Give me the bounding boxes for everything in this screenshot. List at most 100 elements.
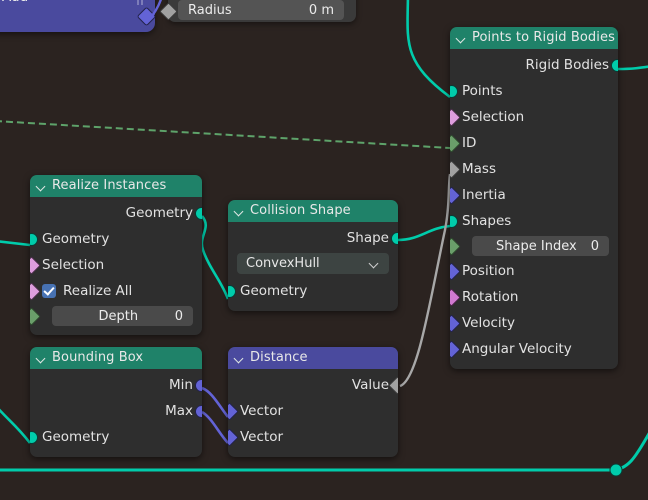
- socket-vector-angular-velocity[interactable]: [450, 340, 461, 359]
- socket-geometry-in[interactable]: [228, 285, 236, 298]
- node-header[interactable]: Points to Rigid Bodies: [450, 27, 618, 49]
- output-value[interactable]: Value: [228, 372, 398, 398]
- chevron-down-icon[interactable]: [456, 33, 467, 44]
- node-body: Rigid Bodies Points Selection ID Mass In…: [450, 49, 618, 369]
- socket-geometry-rigid-bodies[interactable]: [610, 59, 618, 72]
- input-label: Selection: [462, 109, 525, 125]
- node-header[interactable]: Collision Shape: [228, 200, 398, 222]
- socket-rotation-rotation[interactable]: [450, 288, 461, 307]
- node-add[interactable]: Add: [0, 0, 155, 32]
- input-shapes[interactable]: Shapes: [450, 208, 618, 234]
- input-label: Angular Velocity: [462, 341, 572, 357]
- socket-vector-max[interactable]: [194, 405, 202, 418]
- chevron-down-icon[interactable]: [234, 353, 245, 364]
- socket-geometry-in[interactable]: [30, 233, 38, 246]
- radius-widget[interactable]: Radius 0 m: [178, 0, 344, 20]
- socket-vector-velocity[interactable]: [450, 314, 461, 333]
- input-points[interactable]: Points: [450, 78, 618, 104]
- input-vector-1[interactable]: Vector: [228, 398, 398, 424]
- input-geometry[interactable]: Geometry: [30, 226, 202, 252]
- chevron-down-icon[interactable]: [370, 259, 380, 269]
- node-body: Value Vector Vector: [228, 369, 398, 457]
- socket-vector-inertia[interactable]: [450, 186, 461, 205]
- realize-all-label: Realize All: [63, 283, 133, 299]
- node-title: Realize Instances: [52, 178, 167, 193]
- input-label: Geometry: [42, 429, 110, 445]
- input-depth[interactable]: Depth 0: [30, 304, 202, 328]
- input-realize-all[interactable]: Realize All: [30, 278, 202, 304]
- node-title: Points to Rigid Bodies: [472, 30, 615, 45]
- node-bounding-box[interactable]: Bounding Box Min Max Geometry: [30, 347, 202, 457]
- socket-geometry-points[interactable]: [450, 85, 458, 98]
- input-vector-2[interactable]: Vector: [228, 424, 398, 450]
- chevron-down-icon[interactable]: [36, 181, 47, 192]
- socket-geometry-in[interactable]: [30, 431, 38, 444]
- input-geometry[interactable]: Geometry: [228, 278, 398, 304]
- output-label: Max: [165, 403, 193, 419]
- output-min[interactable]: Min: [30, 372, 202, 398]
- socket-vector-b[interactable]: [228, 428, 239, 447]
- node-collision-shape[interactable]: Collision Shape Shape ConvexHull Geometr…: [228, 200, 398, 311]
- socket-geometry-shape[interactable]: [390, 232, 398, 245]
- socket-vector-position[interactable]: [450, 262, 461, 281]
- output-geometry[interactable]: Geometry: [30, 200, 202, 226]
- socket-integer-id[interactable]: [450, 134, 461, 153]
- node-title: Bounding Box: [52, 350, 144, 365]
- radius-widget-value: 0 m: [308, 2, 334, 18]
- node-header[interactable]: Realize Instances: [30, 175, 202, 197]
- node-editor-canvas[interactable]: Add Radius 0 m Points to Rigid Bodies Ri…: [0, 0, 648, 500]
- output-rigid-bodies[interactable]: Rigid Bodies: [450, 52, 618, 78]
- input-angular-velocity[interactable]: Angular Velocity: [450, 336, 618, 362]
- input-inertia[interactable]: Inertia: [450, 182, 618, 208]
- socket-geometry-out[interactable]: [194, 207, 202, 220]
- socket-boolean-realize-all[interactable]: [30, 282, 41, 301]
- input-label: Geometry: [42, 231, 110, 247]
- input-geometry[interactable]: Geometry: [30, 424, 202, 450]
- socket-boolean-selection[interactable]: [450, 108, 461, 127]
- node-points-to-rigid-bodies[interactable]: Points to Rigid Bodies Rigid Bodies Poin…: [450, 27, 618, 369]
- depth-label: Depth: [98, 308, 139, 324]
- socket-integer-depth[interactable]: [30, 307, 41, 326]
- node-title: Distance: [250, 350, 308, 365]
- socket-float-mass[interactable]: [450, 160, 461, 179]
- node-body: Min Max Geometry: [30, 369, 202, 457]
- input-mass[interactable]: Mass: [450, 156, 618, 182]
- input-label: Mass: [462, 161, 496, 177]
- input-selection[interactable]: Selection: [450, 104, 618, 130]
- socket-geometry-shapes[interactable]: [450, 215, 458, 228]
- depth-widget[interactable]: Depth 0: [52, 306, 193, 326]
- node-radius-fragment[interactable]: Radius 0 m: [159, 0, 356, 22]
- socket-vector-min[interactable]: [194, 379, 202, 392]
- chevron-down-icon[interactable]: [36, 353, 47, 364]
- node-body: Shape ConvexHull Geometry: [228, 222, 398, 311]
- node-header[interactable]: Bounding Box: [30, 347, 202, 369]
- socket-boolean-selection[interactable]: [30, 256, 41, 275]
- realize-all-checkbox[interactable]: [42, 284, 56, 298]
- input-label: Vector: [240, 429, 284, 445]
- output-max[interactable]: Max: [30, 398, 202, 424]
- node-realize-instances[interactable]: Realize Instances Geometry Geometry Sele…: [30, 175, 202, 335]
- input-shape-index[interactable]: Shape Index 0: [450, 234, 618, 258]
- pause-bars-icon: [137, 0, 146, 5]
- input-rotation[interactable]: Rotation: [450, 284, 618, 310]
- shape-index-widget[interactable]: Shape Index 0: [472, 236, 609, 256]
- input-selection[interactable]: Selection: [30, 252, 202, 278]
- node-distance[interactable]: Distance Value Vector Vector: [228, 347, 398, 457]
- input-label: Position: [462, 263, 515, 279]
- node-header[interactable]: Distance: [228, 347, 398, 369]
- input-label: Vector: [240, 403, 284, 419]
- socket-float-value[interactable]: [387, 376, 398, 395]
- depth-value: 0: [174, 308, 183, 324]
- socket-vector-a[interactable]: [228, 402, 239, 421]
- input-label: Inertia: [462, 187, 506, 203]
- output-shape[interactable]: Shape: [228, 225, 398, 251]
- socket-integer-shape-index[interactable]: [450, 237, 461, 256]
- input-velocity[interactable]: Velocity: [450, 310, 618, 336]
- input-id[interactable]: ID: [450, 130, 618, 156]
- shape-type-value: ConvexHull: [246, 256, 320, 271]
- input-label: Geometry: [240, 283, 308, 299]
- shape-index-value: 0: [590, 238, 599, 254]
- shape-type-dropdown[interactable]: ConvexHull: [237, 253, 389, 274]
- input-position[interactable]: Position: [450, 258, 618, 284]
- chevron-down-icon[interactable]: [234, 206, 245, 217]
